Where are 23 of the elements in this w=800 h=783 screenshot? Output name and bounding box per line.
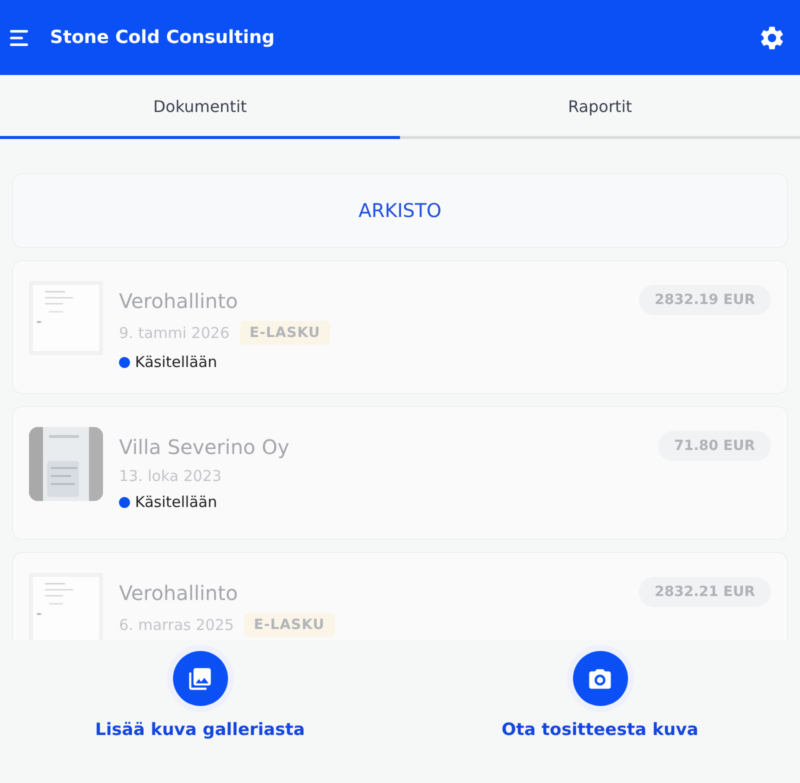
tab[interactable]: Raportit [400, 75, 800, 139]
archive-button[interactable]: ARKISTO [12, 173, 788, 248]
document-name: Verohallinto [119, 289, 239, 313]
document-card[interactable]: Villa Severino Oy 13. loka 2023 Käsitellään 71.80 EUR [12, 406, 788, 540]
document-name: Verohallinto [119, 581, 239, 605]
invoice-tag: E-LASKU [240, 321, 330, 345]
amount-pill: 2832.21 EUR [638, 577, 771, 607]
document-date: 9. tammi 2026 [119, 324, 230, 342]
gallery-button[interactable]: Lisää kuva galleriasta [0, 650, 400, 783]
app-title: Stone Cold Consulting [50, 27, 276, 48]
amount-pill: 71.80 EUR [658, 431, 771, 461]
status-label: Käsitellään [135, 493, 218, 511]
document-date: 13. loka 2023 [119, 467, 222, 485]
invoice-tag: E-LASKU [244, 613, 335, 637]
document-date: 6. marras 2025 [119, 616, 234, 634]
document-name: Villa Severino Oy [119, 435, 290, 459]
amount-pill: 2832.19 EUR [638, 285, 771, 315]
status-label: Käsitellään [135, 353, 218, 371]
gallery-icon [187, 666, 213, 692]
tab[interactable]: Dokumentit [0, 75, 400, 139]
take-photo-button[interactable]: Ota tositteesta kuva [400, 650, 800, 783]
menu-icon[interactable] [10, 28, 30, 46]
document-card[interactable]: Verohallinto 9. tammi 2026 E-LASKU Käsitellään 2832.19 EUR [12, 260, 788, 394]
